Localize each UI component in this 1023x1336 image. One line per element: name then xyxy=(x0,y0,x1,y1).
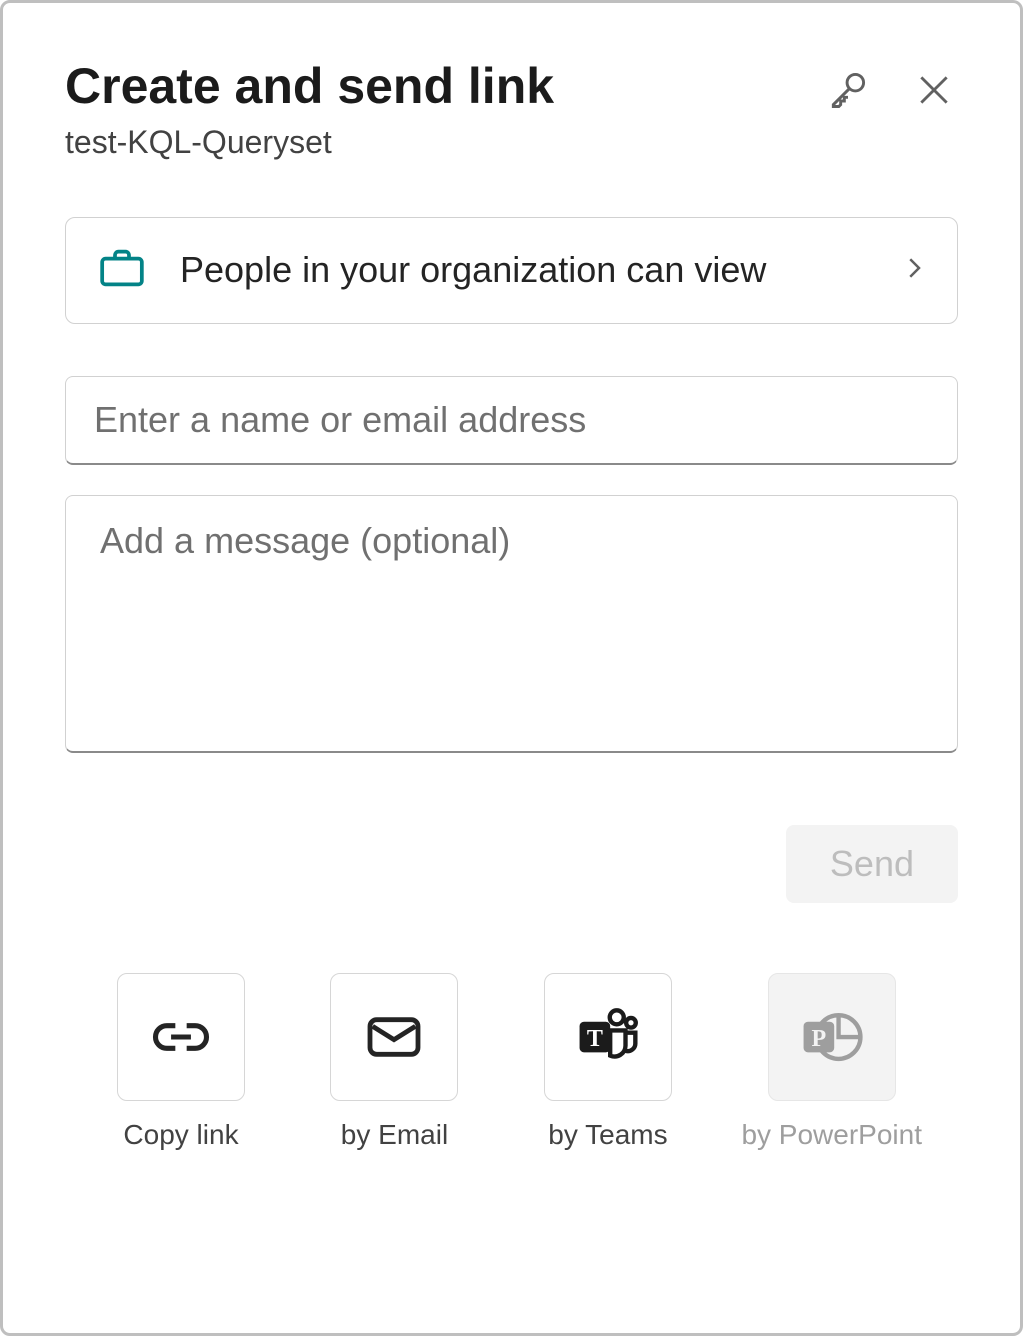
copy-link-label: Copy link xyxy=(123,1119,238,1151)
powerpoint-option[interactable]: P by PowerPoint xyxy=(741,973,922,1151)
chevron-right-icon xyxy=(899,253,929,288)
close-button[interactable] xyxy=(910,67,958,115)
teams-label: by Teams xyxy=(548,1119,667,1151)
send-button[interactable]: Send xyxy=(786,825,958,903)
permissions-key-button[interactable] xyxy=(824,67,872,115)
share-dialog: Create and send link test-KQL-Queryset xyxy=(0,0,1023,1336)
key-icon xyxy=(826,68,870,115)
dialog-subtitle: test-KQL-Queryset xyxy=(65,124,824,161)
permission-selector[interactable]: People in your organization can view xyxy=(65,217,958,324)
dialog-title: Create and send link xyxy=(65,59,824,114)
link-icon xyxy=(117,973,245,1101)
email-label: by Email xyxy=(341,1119,448,1151)
briefcase-icon xyxy=(94,240,150,301)
email-option[interactable]: by Email xyxy=(314,973,474,1151)
powerpoint-icon: P xyxy=(768,973,896,1101)
recipient-input[interactable] xyxy=(65,376,958,465)
dialog-header: Create and send link test-KQL-Queryset xyxy=(65,59,958,161)
powerpoint-label: by PowerPoint xyxy=(741,1119,922,1151)
close-icon xyxy=(915,71,953,112)
copy-link-option[interactable]: Copy link xyxy=(101,973,261,1151)
header-titles: Create and send link test-KQL-Queryset xyxy=(65,59,824,161)
email-icon xyxy=(330,973,458,1101)
teams-icon: T xyxy=(544,973,672,1101)
send-row: Send xyxy=(65,825,958,903)
teams-option[interactable]: T by Teams xyxy=(528,973,688,1151)
share-options-row: Copy link by Email T xyxy=(65,973,958,1151)
message-textarea[interactable] xyxy=(65,495,958,753)
permission-text: People in your organization can view xyxy=(180,246,869,295)
header-actions xyxy=(824,59,958,115)
svg-text:T: T xyxy=(587,1026,603,1052)
svg-text:P: P xyxy=(811,1026,826,1052)
